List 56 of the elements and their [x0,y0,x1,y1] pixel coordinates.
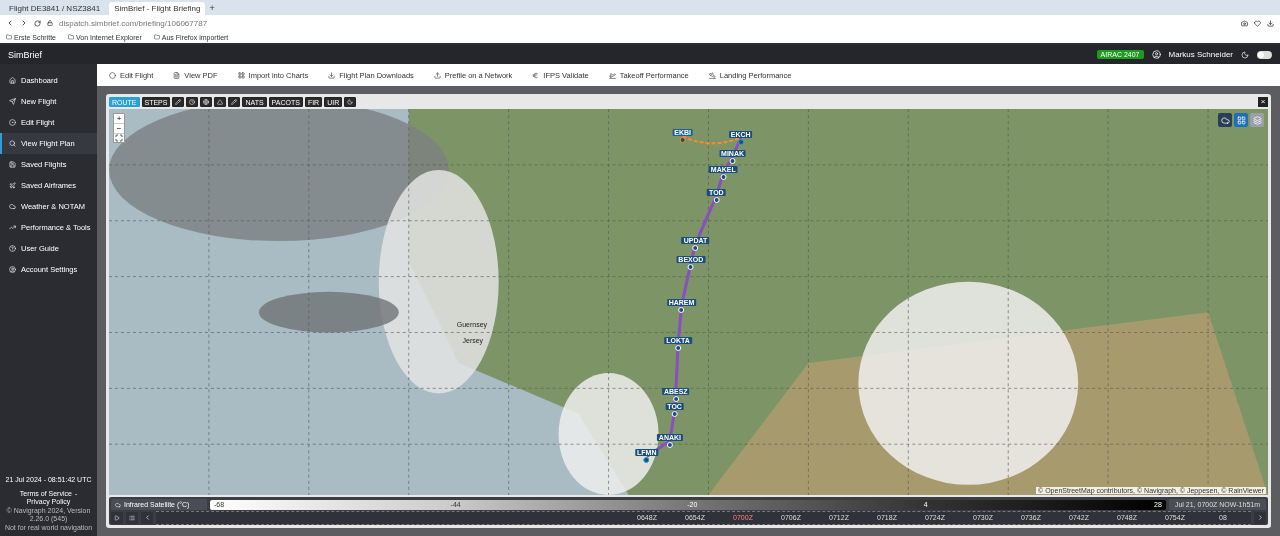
globe-toggle[interactable] [200,97,213,107]
reload-icon[interactable] [34,19,41,27]
dark-mode-toggle[interactable] [1257,50,1272,59]
list-icon [129,514,135,521]
cloud-icon [9,203,16,210]
folder-icon [68,34,74,40]
pencil-toggle[interactable] [172,97,185,107]
search-icon [9,140,16,147]
chart-icon [9,224,16,231]
new-tab-button[interactable]: + [209,2,215,13]
cloud-icon [115,501,121,508]
folder-icon [6,34,12,40]
fullscreen-icon[interactable] [115,134,123,142]
folder-icon [153,34,160,40]
close-button[interactable]: × [1258,97,1268,107]
chevron-left-icon [143,514,151,521]
list-button[interactable] [126,511,138,524]
circle-icon [109,71,116,79]
user-icon [9,266,16,273]
user-name[interactable]: Markus Schneider [1168,50,1233,59]
moon-toggle[interactable] [344,97,357,107]
pencil-toggle[interactable] [228,97,241,107]
send-icon [9,98,16,105]
browser-tab[interactable]: SimBrief - Flight Briefing [109,2,206,15]
play-icon [114,514,120,521]
download-icon [328,71,336,79]
chart-button[interactable] [1234,113,1248,127]
clock-toggle[interactable] [186,97,199,107]
document-icon [173,71,181,79]
download-icon[interactable] [1267,19,1274,27]
brand-name: SimBrief [8,49,43,60]
camera-icon[interactable] [1241,19,1248,27]
upload-icon [433,71,441,79]
user-icon [1151,50,1161,59]
zoom-control[interactable]: + − [113,113,125,143]
plane-icon [9,182,16,189]
euro-icon [532,71,540,79]
browser-tab[interactable]: Flight DE3841 / NSZ3841 [4,2,106,15]
lock-icon [47,20,53,26]
forward-icon[interactable] [20,19,28,27]
play-button[interactable] [111,511,123,524]
moon-icon [1241,50,1249,59]
heart-icon[interactable] [1254,19,1261,27]
grid-icon [237,71,245,79]
takeoff-icon [608,71,616,79]
circle-icon [9,119,16,126]
triangle-toggle[interactable] [214,97,227,107]
weather-button[interactable] [1218,113,1232,127]
next-button[interactable] [1254,511,1266,524]
save-icon [9,161,16,168]
home-icon [9,77,16,84]
help-icon [9,245,16,252]
back-icon[interactable] [6,19,14,27]
zoom-in-button[interactable]: + [114,114,124,124]
landing-icon [708,71,716,79]
chevron-right-icon [1256,514,1264,521]
